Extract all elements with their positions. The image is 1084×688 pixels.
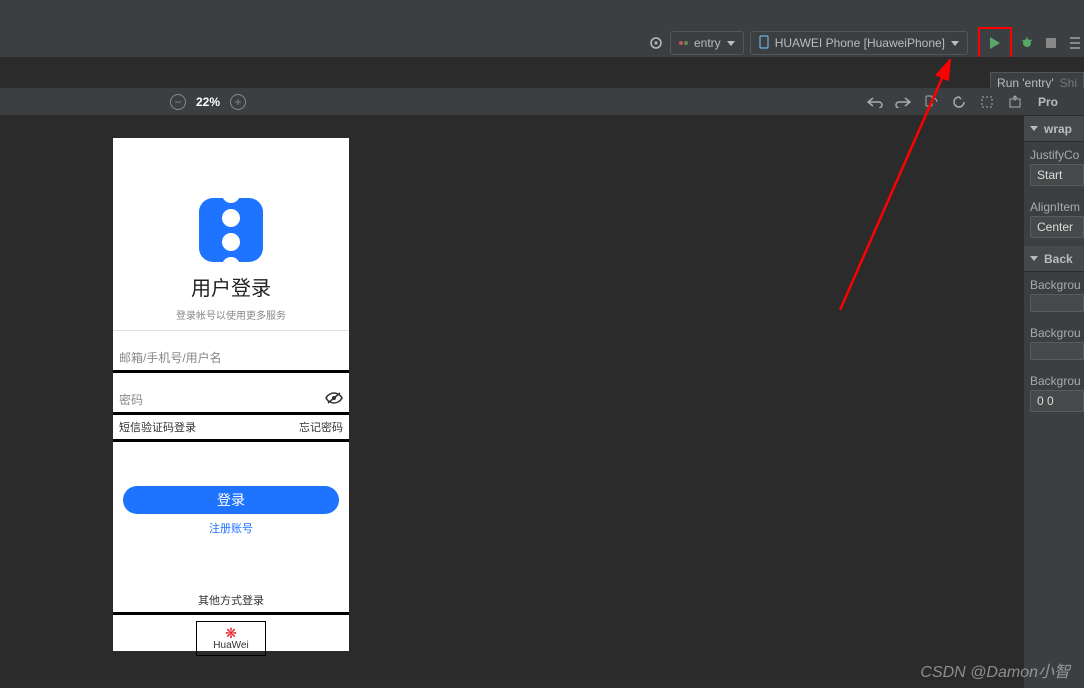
password-field[interactable]: 密码 xyxy=(113,387,349,415)
chevron-down-icon xyxy=(1030,256,1038,261)
redo-icon[interactable] xyxy=(894,93,912,111)
app-logo xyxy=(199,198,263,262)
forgot-password-link[interactable]: 忘记密码 xyxy=(299,419,343,435)
chevron-down-icon xyxy=(1030,126,1038,131)
bg3-label: Backgrou xyxy=(1024,368,1084,390)
login-links-row: 短信验证码登录 忘记密码 xyxy=(113,415,349,442)
other-login-label: 其他方式登录 xyxy=(113,592,349,608)
device-icon xyxy=(759,35,769,52)
run-config-dropdown[interactable]: entry xyxy=(670,31,744,55)
login-button[interactable]: 登录 xyxy=(123,486,339,514)
bg3-value[interactable]: 0 0 xyxy=(1030,390,1084,412)
entry-config-icon xyxy=(679,41,688,45)
rotate-icon[interactable] xyxy=(922,93,940,111)
properties-header: Pro xyxy=(1024,88,1084,116)
align-value[interactable]: Center xyxy=(1030,216,1084,238)
watermark: CSDN @Damon小智 xyxy=(920,658,1070,682)
login-button-label: 登录 xyxy=(217,490,245,510)
device-dropdown[interactable]: HUAWEI Phone [HuaweiPhone] xyxy=(750,31,968,55)
zoom-out-button[interactable]: − xyxy=(170,94,186,110)
bg2-label: Backgrou xyxy=(1024,320,1084,342)
bg1-value[interactable] xyxy=(1030,294,1084,312)
preview-toolbar-right xyxy=(866,88,1024,116)
properties-panel: Pro wrap JustifyCo Start AlignItem Cente… xyxy=(1024,88,1084,688)
register-link[interactable]: 注册账号 xyxy=(113,520,349,536)
chevron-down-icon xyxy=(727,41,735,46)
chevron-down-icon xyxy=(951,41,959,46)
justify-value[interactable]: Start xyxy=(1030,164,1084,186)
top-toolbar-row: entry HUAWEI Phone [HuaweiPhone] xyxy=(0,28,1084,58)
huawei-icon: ❋ xyxy=(225,626,237,640)
top-toolbar: entry HUAWEI Phone [HuaweiPhone] xyxy=(0,0,1084,60)
password-placeholder: 密码 xyxy=(119,391,143,408)
huawei-login-button[interactable]: ❋ HuaWei xyxy=(196,621,266,656)
section-wrap[interactable]: wrap xyxy=(1024,116,1084,142)
login-title: 用户登录 xyxy=(113,272,349,301)
align-label: AlignItem xyxy=(1024,194,1084,216)
entry-label: entry xyxy=(694,36,721,50)
crop-icon[interactable] xyxy=(978,93,996,111)
more-icon[interactable] xyxy=(1066,34,1084,52)
export-icon[interactable] xyxy=(1006,93,1024,111)
bg2-value[interactable] xyxy=(1030,342,1084,360)
stop-icon[interactable] xyxy=(1042,34,1060,52)
play-icon xyxy=(990,37,1000,49)
email-field[interactable]: 邮箱/手机号/用户名 xyxy=(113,345,349,373)
huawei-label: HuaWei xyxy=(213,640,248,651)
login-subtitle: 登录帐号以使用更多服务 xyxy=(113,307,349,322)
target-icon[interactable] xyxy=(648,35,664,51)
refresh-icon[interactable] xyxy=(950,93,968,111)
section-background[interactable]: Back xyxy=(1024,246,1084,272)
run-button-highlighted[interactable] xyxy=(978,27,1012,59)
bg1-label: Backgrou xyxy=(1024,272,1084,294)
zoom-controls: − 22% + xyxy=(170,94,246,110)
device-label: HUAWEI Phone [HuaweiPhone] xyxy=(775,36,945,50)
phone-preview: 用户登录 登录帐号以使用更多服务 邮箱/手机号/用户名 密码 短信验证码登录 忘… xyxy=(113,138,349,651)
zoom-in-button[interactable]: + xyxy=(230,94,246,110)
undo-icon[interactable] xyxy=(866,93,884,111)
email-placeholder: 邮箱/手机号/用户名 xyxy=(119,349,222,366)
preview-toolbar: − 22% + xyxy=(0,88,1084,116)
justify-label: JustifyCo xyxy=(1024,142,1084,164)
sms-login-link[interactable]: 短信验证码登录 xyxy=(119,419,196,435)
debug-icon[interactable] xyxy=(1018,34,1036,52)
eye-off-icon[interactable] xyxy=(325,391,343,408)
zoom-value: 22% xyxy=(196,95,220,109)
